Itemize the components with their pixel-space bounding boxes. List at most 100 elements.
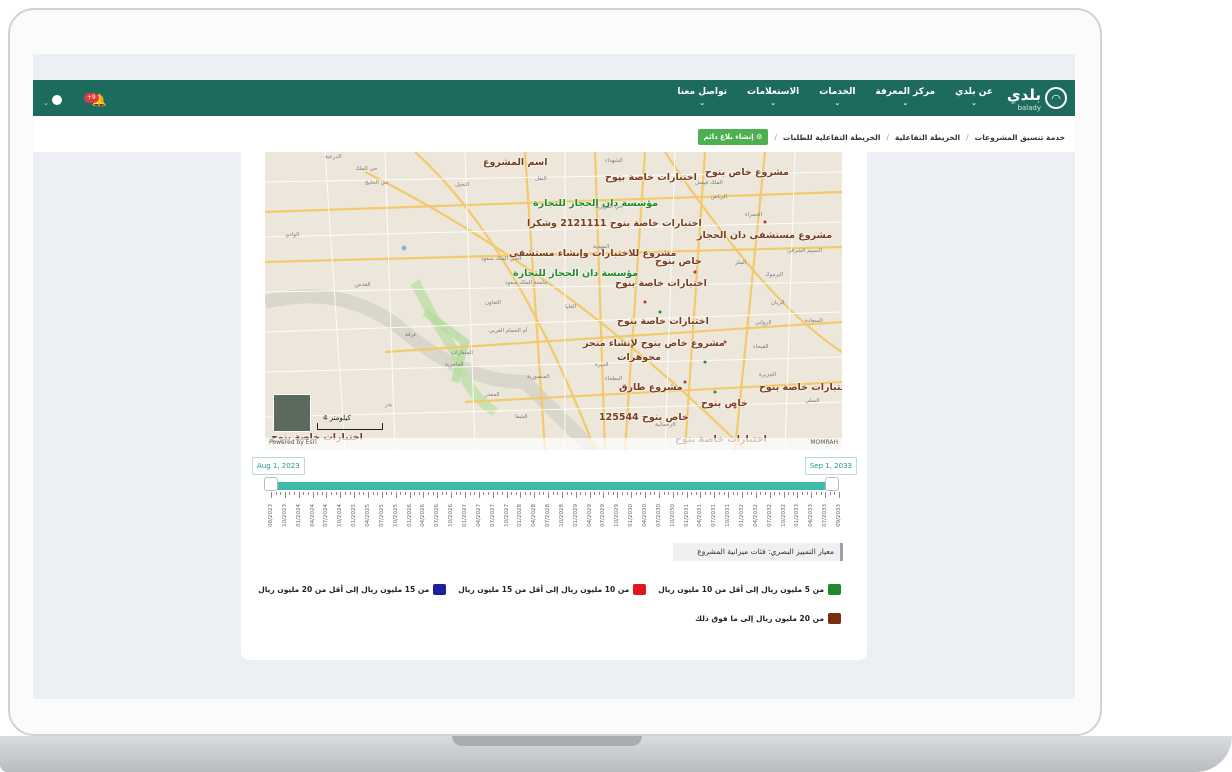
timeline-end-handle[interactable] [825,477,839,491]
nav-label: الخدمات [819,87,856,97]
breadcrumb-item[interactable]: خدمة تنسيق المشروعات [975,133,1065,142]
timeline-tick-label: 10/2028 [558,504,565,527]
map-poi: الفيحاء [753,344,769,350]
timeline-minor-tick [617,492,619,498]
nav-knowledge-center[interactable]: مركز المعرفة ⌄ [875,87,935,109]
legend-item-10-15m: من 10 مليون ريال إلى أقل من 15 مليون ريا… [458,584,647,595]
notifications-button[interactable]: +9 🔔 [83,92,107,107]
timeline-minor-tick [474,492,476,495]
create-report-button[interactable]: ⚙ إنشاء بلاغ دائم [697,129,769,145]
map-project-label[interactable]: اسم المشروع [483,157,548,168]
interactive-map[interactable]: اسم المشروع اختبارات خاصة بنوح مشروع خاص… [265,152,842,450]
map-project-label[interactable]: مجوهرات [617,352,661,363]
timeline-minor-tick [395,492,397,498]
map-project-label[interactable]: اختبارات خاصة بنوح 2121111 وشكرا [527,218,702,229]
legend-swatch [828,613,841,624]
breadcrumb-separator: / [774,132,777,142]
timeline-minor-tick [649,492,651,495]
nav-contact-us[interactable]: تواصل معنا ⌄ [677,87,727,109]
timeline-tick-label: 01/2030 [628,504,635,527]
timeline-minor-tick [765,492,767,495]
nav-label: مركز المعرفة [875,87,936,97]
top-navbar: ◠ بلدي balady عن بلدي ⌄ مركز المعرفة ⌄ الخ… [33,80,1075,116]
legend-label: من 5 مليون ريال إلى أقل من 10 مليون ريال [658,585,824,594]
timeline-minor-tick [451,492,453,498]
timeline-minor-tick [511,492,513,495]
timeline-minor-tick [668,492,670,495]
timeline-minor-tick [839,492,840,498]
timeline-minor-tick [515,492,517,495]
map-project-label[interactable]: اختبارات خاصة بنوح [615,278,707,289]
timeline-minor-tick [404,492,406,495]
map-project-label[interactable]: مشروع طارق [619,382,683,393]
timeline-minor-tick [751,492,753,495]
timeline-tick-label: 10/2031 [725,504,732,527]
timeline-tick-label: 10/2025 [392,504,399,527]
timeline-tick-label: 07/2026 [434,504,441,527]
map-project-label[interactable]: خاص بنوح [701,398,748,409]
timeline-tick-label: 10/2026 [448,504,455,527]
legend-label: من 15 مليون ريال إلى أقل من 20 مليون ريا… [258,585,430,594]
map-project-label[interactable]: خاص بنوح [655,256,702,267]
timeline-minor-tick [423,492,425,498]
timeline-tick-label: 10/2032 [780,504,787,527]
timeline-tick-label: 04/2029 [586,504,593,527]
map-poi: البطحاء [605,376,623,382]
timeline-tick-label: 04/2027 [475,504,482,527]
timeline-minor-tick [705,492,707,495]
chevron-down-icon: ⌄ [834,99,841,107]
timeline-minor-tick [663,492,665,495]
timeline-tick-label: 04/2026 [420,504,427,527]
map-attribution-left[interactable]: Powered by Esri [269,439,317,446]
timeline-minor-tick [506,492,508,498]
timeline-tick-label: 07/2032 [766,504,773,527]
map-poi: الحي الملك سعود [481,256,522,262]
map-poi: الرحمانية [655,422,676,428]
language-selector[interactable]: ⌄ [43,90,62,109]
timeline-minor-tick [386,492,388,495]
nav-about-balady[interactable]: عن بلدي ⌄ [955,87,993,109]
timeline-minor-tick [820,492,822,495]
timeline-tick-label: 01/2027 [461,504,468,527]
timeline-minor-tick [658,492,660,498]
map-poi: السفارات [451,350,473,356]
map-poi: الحمراء [745,212,763,218]
timeline-minor-tick [585,492,587,495]
timeline-minor-tick [626,492,628,495]
timeline-minor-tick [367,492,369,498]
timeline-start-handle[interactable] [264,477,278,491]
main-nav: عن بلدي ⌄ مركز المعرفة ⌄ الخدمات ⌄ الاستعلا… [677,87,993,109]
nav-inquiries[interactable]: الاستعلامات ⌄ [747,87,799,109]
timeline-slider-track[interactable] [271,482,839,490]
timeline-minor-tick [372,492,374,495]
timeline-minor-tick [391,492,393,495]
map-poi: التعاون [485,300,501,306]
map-poi: بدر [385,402,393,408]
timeline-minor-tick [723,492,725,495]
timeline-minor-tick [709,492,711,495]
map-project-label[interactable]: مشروع مستشفى دان الحجاز [697,230,832,241]
timeline-tick-label: 01/2029 [572,504,579,527]
timeline-tick-label: 07/2025 [378,504,385,527]
map-project-label[interactable]: مشروع خاص بنوح لإنشاء متجر [583,338,725,349]
timeline-minor-tick [354,492,356,498]
balady-logo[interactable]: ◠ بلدي balady [1007,85,1067,112]
timeline-minor-tick [700,492,702,498]
map-poi: الدرعية [325,154,342,160]
nav-services[interactable]: الخدمات ⌄ [819,87,855,109]
basemap-toggle[interactable] [273,394,311,432]
map-project-label[interactable]: اختبارات خاصة بنوح [605,172,697,183]
map-project-label[interactable]: اختبارات خاصة بنوح [617,316,709,327]
breadcrumb-item: الخريطة التفاعلية للطلبات [782,132,881,142]
timeline-minor-tick [358,492,360,495]
map-project-label[interactable]: اختبارات خاصة بنوح [759,382,842,393]
timeline-minor-tick [681,492,683,495]
breadcrumb-separator: / [966,132,969,142]
screen: ◠ بلدي balady عن بلدي ⌄ مركز المعرفة ⌄ الخ… [33,54,1075,699]
timeline-tick-label: 07/2027 [489,504,496,527]
timeline-minor-tick [580,492,582,495]
timeline-minor-tick [478,492,480,498]
map-project-label[interactable]: مشروع خاص بنوح [705,167,789,178]
breadcrumb-item[interactable]: الخريطة التفاعلية [895,133,960,142]
map-poi: النفل [535,176,547,182]
